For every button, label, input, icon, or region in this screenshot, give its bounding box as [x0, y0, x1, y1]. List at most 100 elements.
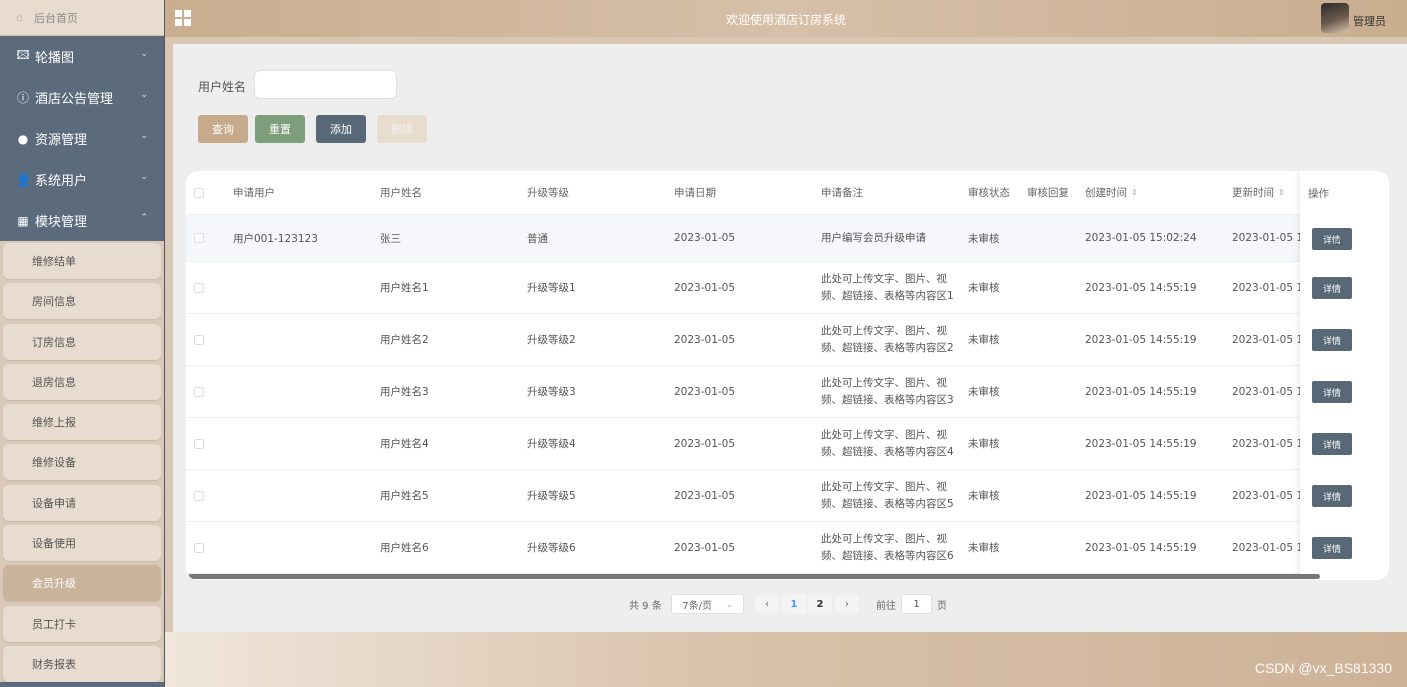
cell-level-text: 普通 [527, 232, 548, 245]
cell-status: 未审核 [968, 262, 1000, 313]
cell-updated-text: 2023-01-05 14 [1232, 541, 1300, 554]
sidebar-item-bookings[interactable]: 订房信息 [3, 323, 161, 360]
sidebar-item-repair-equipment[interactable]: 维修设备 [3, 444, 161, 481]
cell-updated: 2023-01-05 14 [1232, 418, 1300, 469]
row-checkbox[interactable] [194, 314, 204, 365]
sidebar-item-equipment-use[interactable]: 设备使用 [3, 525, 161, 562]
header-date: 申请日期 [674, 187, 716, 199]
detail-button[interactable]: 详情 [1312, 537, 1352, 559]
cell-updated-text: 2023-01-05 14 [1232, 333, 1300, 346]
sidebar-item-member-upgrade[interactable]: 会员升级 [3, 565, 161, 602]
cell-updated-text: 2023-01-05 15 [1232, 232, 1300, 244]
cell-name-text: 用户姓名4 [380, 438, 429, 450]
sidebar-item-repair-report[interactable]: 维修上报 [3, 404, 161, 441]
prev-page-button[interactable]: ‹ [755, 594, 779, 614]
image-icon: 🖾 [16, 48, 30, 62]
sidebar-menu-users[interactable]: 👤 系统用户 ⌄ [0, 159, 164, 200]
cell-date-text: 2023-01-05 [674, 541, 736, 554]
cell-status: 未审核 [968, 522, 1000, 573]
next-page-button[interactable]: › [835, 594, 859, 614]
table-row[interactable]: 用户姓名3 升级等级3 2023-01-05 此处可上传文字、图片、视频、超链接、表格… [186, 366, 1389, 418]
chevron-down-icon: ⌄ [140, 90, 148, 100]
cell-remark: 此处可上传文字、图片、视频、超链接、表格等内容区2 [821, 314, 956, 365]
detail-button[interactable]: 详情 [1312, 277, 1352, 299]
sidebar-item-finance[interactable]: 财务报表 [3, 645, 161, 682]
header-created[interactable]: 创建时间 ⇕ [1085, 171, 1138, 214]
row-checkbox[interactable] [194, 522, 204, 573]
cell-level-text: 升级等级5 [527, 490, 576, 502]
table-row[interactable]: 用户姓名4 升级等级4 2023-01-05 此处可上传文字、图片、视频、超链接、表格… [186, 418, 1389, 470]
cell-level: 升级等级1 [527, 262, 576, 313]
table-row[interactable]: 用户姓名1 升级等级1 2023-01-05 此处可上传文字、图片、视频、超链接、表格… [186, 262, 1389, 314]
row-checkbox[interactable] [194, 215, 204, 261]
sidebar-menu-notice[interactable]: ⓘ 酒店公告管理 ⌄ [0, 77, 164, 118]
reset-button[interactable]: 重置 [255, 115, 305, 143]
cell-name: 用户姓名5 [380, 470, 429, 521]
sort-icon[interactable]: ⇕ [1278, 188, 1285, 197]
sidebar-menu-carousel[interactable]: 🖾 轮播图 ⌄ [0, 36, 164, 77]
sidebar-menu-resources[interactable]: ● 资源管理 ⌄ [0, 118, 164, 159]
cell-name-text: 用户姓名1 [380, 282, 429, 294]
cell-name-text: 用户姓名5 [380, 490, 429, 502]
main-content: 用户姓名 查询 重置 添加 删除 申请用户 用户姓名 升级等级 申请日期 申请备… [173, 44, 1407, 632]
detail-button[interactable]: 详情 [1312, 381, 1352, 403]
cell-created: 2023-01-05 14:55:19 [1085, 314, 1197, 365]
add-button[interactable]: 添加 [316, 115, 366, 143]
sidebar-menu-modules[interactable]: ▦ 模块管理 ⌃ [0, 200, 164, 241]
app-title: 欢迎使用酒店订房系统 [725, 13, 846, 27]
row-checkbox[interactable] [194, 418, 204, 469]
header-updated[interactable]: 更新时间 ⇕ [1232, 171, 1285, 214]
query-button[interactable]: 查询 [198, 115, 248, 143]
row-checkbox[interactable] [194, 470, 204, 521]
chevron-down-icon: ⌄ [140, 49, 148, 59]
sidebar-item-rooms[interactable]: 房间信息 [3, 283, 161, 320]
cell-created-text: 2023-01-05 14:55:19 [1085, 333, 1197, 346]
sidebar-item-checkout[interactable]: 退房信息 [3, 363, 161, 400]
sidebar-home-link[interactable]: ⌂ 后台首页 [0, 0, 164, 36]
detail-button[interactable]: 详情 [1312, 228, 1352, 250]
cell-applicant: 用户001-123123 [233, 215, 318, 261]
admin-username[interactable]: 管理员 [1353, 13, 1386, 29]
detail-button[interactable]: 详情 [1312, 485, 1352, 507]
sidebar-item-clock-in[interactable]: 员工打卡 [3, 605, 161, 642]
avatar[interactable] [1321, 3, 1349, 33]
search-input[interactable] [254, 70, 397, 99]
goto-page-input[interactable]: 1 [901, 594, 932, 614]
sort-icon[interactable]: ⇕ [1131, 188, 1138, 197]
delete-button[interactable]: 删除 [377, 115, 427, 143]
cell-created-text: 2023-01-05 14:55:19 [1085, 385, 1197, 398]
cell-date: 2023-01-05 [674, 470, 735, 521]
sidebar-item-equipment-apply[interactable]: 设备申请 [3, 484, 161, 521]
cell-status-text: 未审核 [968, 438, 1000, 450]
row-checkbox[interactable] [194, 366, 204, 417]
cell-remark-text: 此处可上传文字、图片、视频、超链接、表格等内容区1 [821, 272, 954, 302]
cell-level: 升级等级6 [527, 522, 576, 573]
sidebar-item-label: 维修设备 [32, 456, 76, 470]
chevron-down-icon: ⌄ [140, 131, 148, 141]
cell-remark: 此处可上传文字、图片、视频、超链接、表格等内容区3 [821, 366, 956, 417]
sidebar-home-label: 后台首页 [34, 11, 78, 25]
select-all-checkbox[interactable] [194, 171, 204, 214]
detail-button[interactable]: 详情 [1312, 433, 1352, 455]
goto-label: 前往 [876, 600, 896, 612]
cell-level: 升级等级4 [527, 418, 576, 469]
sidebar-menu-label: 模块管理 [35, 215, 88, 230]
table-row[interactable]: 用户姓名5 升级等级5 2023-01-05 此处可上传文字、图片、视频、超链接、表格… [186, 470, 1389, 522]
sidebar-item-repair-close[interactable]: 维修结单 [3, 243, 161, 279]
cell-applicant-text: 用户001-123123 [233, 232, 318, 245]
page-2-button[interactable]: 2 [808, 594, 832, 614]
detail-button[interactable]: 详情 [1312, 329, 1352, 351]
cell-remark-text: 此处可上传文字、图片、视频、超链接、表格等内容区2 [821, 324, 954, 354]
table-row[interactable]: 用户姓名6 升级等级6 2023-01-05 此处可上传文字、图片、视频、超链接、表格… [186, 522, 1389, 574]
page-size-select[interactable]: 7条/页 ⌄ [671, 594, 744, 614]
cell-created-text: 2023-01-05 14:55:19 [1085, 489, 1197, 502]
row-checkbox[interactable] [194, 262, 204, 313]
cell-date: 2023-01-05 [674, 262, 735, 313]
cell-status: 未审核 [968, 418, 1000, 469]
cell-level-text: 升级等级3 [527, 386, 576, 398]
page-1-button[interactable]: 1 [782, 594, 806, 614]
table-row[interactable]: 用户001-123123 张三 普通 2023-01-05 用户编写会员升级申请 未审核 2… [186, 215, 1389, 262]
horizontal-scrollbar[interactable] [188, 574, 1320, 579]
header-name: 用户姓名 [380, 187, 422, 199]
table-row[interactable]: 用户姓名2 升级等级2 2023-01-05 此处可上传文字、图片、视频、超链接、表格… [186, 314, 1389, 366]
